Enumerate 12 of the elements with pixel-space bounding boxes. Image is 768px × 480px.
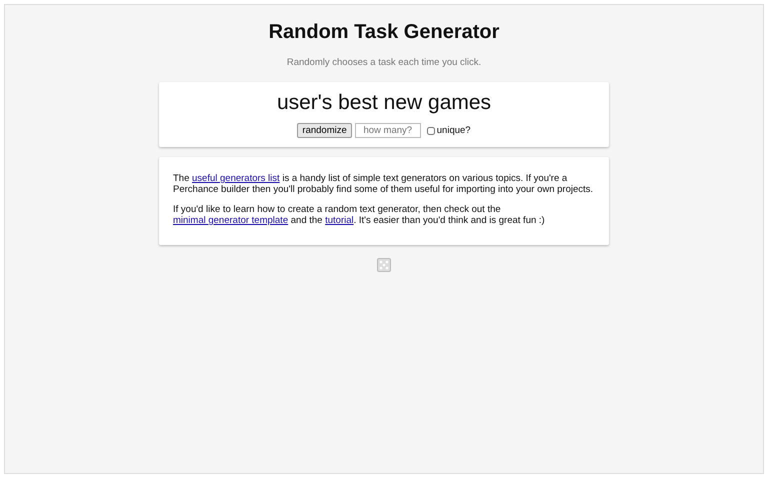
unique-checkbox[interactable]	[426, 126, 435, 134]
info-paragraph: If you'd like to learn how to create a random text generator, then check out the minimal generator template and the tutorial. It's easier than you'd think and is great fun :)	[173, 204, 546, 226]
text-link[interactable]: tutorial	[325, 215, 354, 226]
text-link[interactable]: minimal generator template	[173, 215, 288, 226]
randomize-button[interactable]: randomize	[297, 123, 352, 138]
info-paragraph: The useful generators list is a handy list of simple text generators on various topics. If you're a Perchance builder then you'll probably find some of them useful for importing into your own projects.	[173, 173, 594, 195]
unique-label: unique?	[436, 125, 471, 136]
count-field[interactable]: how many?	[354, 123, 421, 138]
page-subtitle: Randomly chooses a task each time you click.	[286, 57, 482, 68]
generated-output: user's best new games	[276, 91, 492, 115]
page-title: Random Task Generator	[268, 21, 500, 44]
text-link[interactable]: useful generators list	[192, 173, 280, 184]
